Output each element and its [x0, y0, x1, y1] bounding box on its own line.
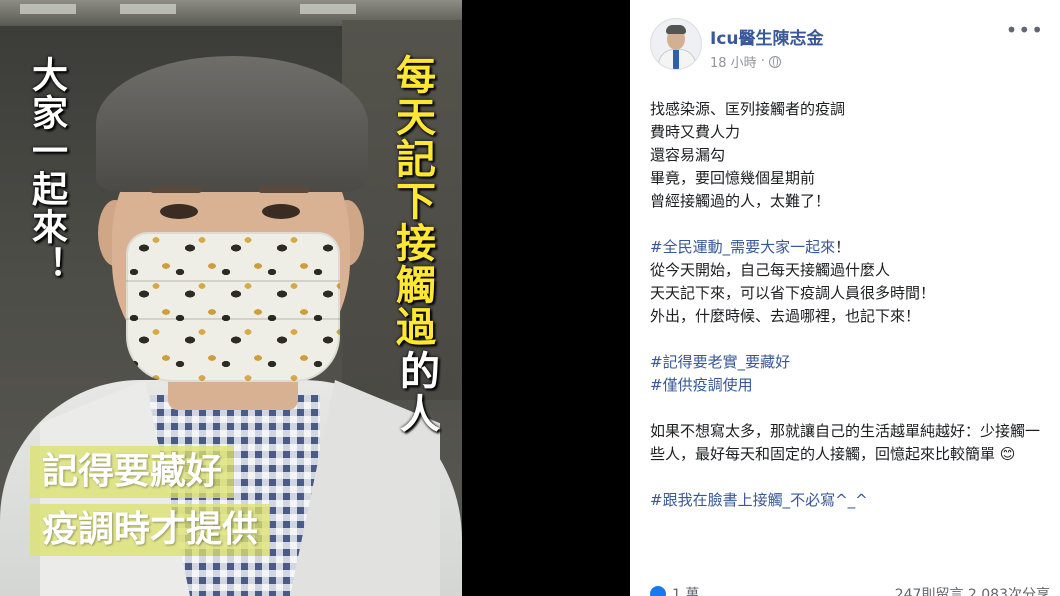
reaction-count[interactable]: 1 萬 — [672, 587, 699, 596]
post-timestamp[interactable]: 18 小時 — [710, 52, 757, 71]
caption-band-1: 記得要藏好 — [30, 446, 235, 498]
mask-pleat — [126, 318, 340, 320]
hair — [96, 56, 368, 192]
post-line: 曾經接觸過的人，太難了！ — [650, 192, 831, 210]
post-line: 外出，什麼時候、去過哪裡，也記下來！ — [650, 307, 921, 325]
post-line: 還容易漏勾 — [650, 146, 726, 164]
ceiling-light — [20, 4, 76, 14]
eye-left — [160, 204, 198, 219]
left-vertical-caption: 大家一起來！ — [26, 56, 67, 284]
hashtag-link[interactable]: #跟我在臉書上接觸_不必寫^_^ — [650, 489, 1050, 512]
avatar-tie — [673, 50, 679, 69]
comment-share-stats[interactable]: 247則留言 2,083次分享 — [895, 584, 1050, 596]
post-meta: 18 小時 · — [710, 52, 781, 71]
eyebrow-right — [258, 186, 310, 193]
meta-separator: · — [760, 54, 765, 69]
post-line: 費時又費人力 — [650, 123, 741, 141]
post-paragraph: 如果不想寫太多，那就讓自己的生活越單純越好：少接觸一些人，最好每天和固定的人接觸… — [650, 422, 1041, 463]
facebook-post-card: Icu醫生陳志金 18 小時 · ••• 找感染源、匡列接觸者的疫調 費時又費人… — [630, 0, 1060, 596]
author-avatar[interactable] — [650, 18, 702, 70]
eye-right — [262, 204, 300, 219]
eyebrow-left — [150, 186, 202, 193]
post-line: 從今天開始，自己每天接觸過什麼人 — [650, 261, 891, 279]
author-name[interactable]: Icu醫生陳志金 — [710, 24, 824, 49]
avatar-hair — [666, 25, 686, 34]
hashtag-link[interactable]: #僅供疫調使用 — [650, 374, 1050, 397]
hashtag-line: #全民運動_需要大家一起來！ — [650, 236, 1050, 259]
ceiling-light — [300, 4, 356, 14]
like-reaction-icon[interactable] — [650, 586, 666, 596]
right-vertical-caption-yellow: 每天記下接觸過 — [389, 54, 435, 348]
post-footer: 1 萬 247則留言 2,083次分享 — [650, 584, 1050, 596]
hashtag-suffix: ！ — [835, 238, 851, 256]
hashtag-link[interactable]: #記得要老實_要藏好 — [650, 351, 1050, 374]
post-line: 找感染源、匡列接觸者的疫調 — [650, 100, 846, 118]
mask-pleat — [126, 280, 340, 282]
post-text: 找感染源、匡列接觸者的疫調 費時又費人力 還容易漏勾 畢竟，要回憶幾個星期前 曾… — [650, 98, 1050, 512]
ceiling-light — [120, 4, 176, 14]
leopard-face-mask — [126, 232, 340, 382]
hashtag-link[interactable]: #全民運動_需要大家一起來 — [650, 238, 835, 256]
post-line: 天天記下來，可以省下疫調人員很多時間！ — [650, 284, 936, 302]
more-options-icon[interactable]: ••• — [1006, 18, 1044, 42]
right-vertical-caption-white: 的人 — [393, 350, 439, 436]
caption-band-2: 疫調時才提供 — [30, 504, 271, 556]
post-line: 畢竟，要回憶幾個星期前 — [650, 169, 816, 187]
globe-icon[interactable] — [768, 55, 781, 68]
post-photo[interactable]: 大家一起來！ 每天記下接觸過 的人 記得要藏好 疫調時才提供 — [0, 0, 462, 596]
